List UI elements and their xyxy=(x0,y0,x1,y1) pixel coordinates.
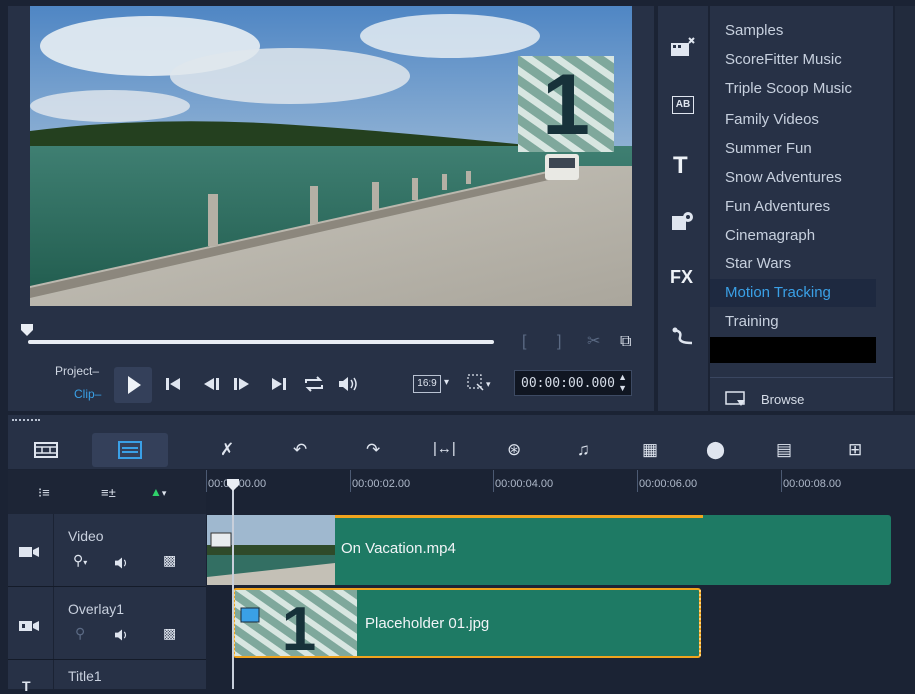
auto-music-icon[interactable]: ♫ xyxy=(577,440,590,460)
new-folder-input[interactable] xyxy=(710,337,876,363)
enable-ripple-icon[interactable]: ▲▾ xyxy=(150,485,166,499)
library-item-triple-scoop-music[interactable]: Triple Scoop Music xyxy=(725,80,852,97)
library-item-summer-fun[interactable]: Summer Fun xyxy=(725,140,812,157)
resize-frame-icon[interactable] xyxy=(467,374,485,392)
motion-tracking-icon[interactable]: ⬤ xyxy=(706,440,725,460)
link-icon[interactable]: ⚲▾ xyxy=(73,552,87,569)
path-motion-icon[interactable] xyxy=(672,327,694,347)
video-track-icon[interactable] xyxy=(18,544,40,560)
snapshot-icon[interactable]: ⧉ xyxy=(620,334,631,350)
track-name-title: Title1 xyxy=(68,668,102,684)
video-clip[interactable]: On Vacation.mp4 xyxy=(207,515,891,585)
media-import-icon[interactable] xyxy=(670,36,696,58)
browse-button[interactable]: Browse xyxy=(761,392,804,407)
preview-screen[interactable]: 1 xyxy=(30,6,632,306)
preview-frame-image: 1 xyxy=(30,6,632,306)
track-volume-icon[interactable] xyxy=(112,628,132,642)
library-divider xyxy=(710,377,893,378)
library-item-motion-tracking[interactable]: Motion Tracking xyxy=(725,284,831,301)
clip-trim-handle-right[interactable] xyxy=(697,590,701,656)
ruler-label: 00:00:06.00 xyxy=(639,478,698,490)
library-scroll-edge[interactable] xyxy=(895,6,915,411)
link-icon[interactable]: ⚲ xyxy=(75,625,85,642)
overlay-track-icon[interactable] xyxy=(18,618,40,634)
scrubber-track[interactable] xyxy=(28,340,494,344)
library-item-scorefitter-music[interactable]: ScoreFitter Music xyxy=(725,51,842,68)
timeline-playhead[interactable] xyxy=(232,486,234,689)
play-icon xyxy=(128,376,141,394)
undo-icon[interactable]: ↶ xyxy=(293,440,307,460)
track-header-column: Video ⚲▾ ▩ Overlay1 ⚲ ▩ T Title1 xyxy=(8,514,206,694)
library-item-star-wars[interactable]: Star Wars xyxy=(725,255,791,272)
go-to-end-icon[interactable] xyxy=(270,376,288,392)
resize-dropdown-icon[interactable]: ▾ xyxy=(486,379,491,390)
record-capture-icon[interactable]: ⊛ xyxy=(507,440,521,460)
split-clip-icon[interactable]: ✂ xyxy=(587,334,600,350)
timeline-ruler-bar: ⁝≡ ≡± ▲▾ 00:00:00.00 00:00:02.00 00:00:0… xyxy=(8,470,915,514)
track-transparency-icon[interactable]: ▩ xyxy=(163,552,176,569)
preview-panel: 1 [ ] ✂ ⧉ Project– Clip– 16:9 ▾ ▾ 00:00:… xyxy=(8,6,654,411)
split-screen-icon[interactable]: ⊞ xyxy=(848,440,862,460)
ruler-label: 00:00:02.00 xyxy=(352,478,411,490)
library-item-training[interactable]: Training xyxy=(725,313,779,330)
aspect-ratio-dropdown-icon[interactable]: ▾ xyxy=(444,377,449,388)
project-mode-label[interactable]: Project– xyxy=(55,364,99,378)
library-item-samples[interactable]: Samples xyxy=(725,22,783,39)
aspect-ratio-button[interactable]: 16:9 xyxy=(413,375,441,393)
browse-icon xyxy=(725,391,745,406)
overlay-clip[interactable]: 1 Placeholder 01.jpg xyxy=(233,588,701,658)
play-button[interactable] xyxy=(114,367,152,403)
track-transparency-icon[interactable]: ▩ xyxy=(163,625,176,642)
overlay-clip-name: Placeholder 01.jpg xyxy=(365,615,490,632)
fit-to-window-icon[interactable]: |↔| xyxy=(433,440,456,457)
library-tool-strip: AB T FX xyxy=(658,6,708,411)
timecode-field[interactable]: 00:00:00.000 ▲ ▼ xyxy=(514,370,632,396)
library-item-fun-adventures[interactable]: Fun Adventures xyxy=(725,198,830,215)
ruler-label: 00:00:04.00 xyxy=(495,478,554,490)
storyboard-view-icon[interactable] xyxy=(34,441,58,459)
redo-icon[interactable]: ↷ xyxy=(366,440,380,460)
library-panel: Samples ScoreFitter Music Triple Scoop M… xyxy=(710,6,893,411)
timeline-view-button[interactable] xyxy=(92,433,168,467)
track-name-video: Video xyxy=(68,528,104,544)
video-clip-thumbnail xyxy=(207,515,335,585)
playhead-marker-icon[interactable] xyxy=(226,478,240,492)
panel-grip[interactable] xyxy=(12,419,40,422)
graphics-icon[interactable] xyxy=(671,210,695,232)
go-to-start-icon[interactable] xyxy=(164,376,182,392)
tools-icon[interactable]: ✗ xyxy=(220,440,234,460)
timecode-value: 00:00:00.000 xyxy=(521,376,615,391)
overlay-clip-thumbnail: 1 xyxy=(235,590,357,656)
next-frame-icon[interactable] xyxy=(233,376,251,392)
library-item-cinemagraph[interactable]: Cinemagraph xyxy=(725,227,815,244)
timecode-stepper-icon[interactable]: ▲ ▼ xyxy=(618,372,627,394)
mark-in-icon[interactable]: [ xyxy=(522,334,526,350)
timeline-view-icon xyxy=(118,441,142,459)
filters-fx-icon[interactable]: FX xyxy=(670,267,693,288)
clip-mode-label[interactable]: Clip– xyxy=(74,387,101,401)
video-clip-name: On Vacation.mp4 xyxy=(341,540,456,557)
overlay-clip-number: 1 xyxy=(282,595,316,656)
multi-camera-icon[interactable]: ▦ xyxy=(642,440,658,460)
ruler-label: 00:00:08.00 xyxy=(783,478,842,490)
library-item-snow-adventures[interactable]: Snow Adventures xyxy=(725,169,842,186)
title-text-icon[interactable]: T xyxy=(673,152,688,180)
library-item-family-videos[interactable]: Family Videos xyxy=(725,111,819,128)
title-track-icon[interactable]: T xyxy=(22,678,31,694)
previous-frame-icon[interactable] xyxy=(202,376,220,392)
track-name-overlay: Overlay1 xyxy=(68,601,125,617)
subtitle-editor-icon[interactable]: ▤ xyxy=(776,440,792,460)
timeline-toolbar: ✗ ↶ ↷ |↔| ⊛ ♫ ▦ ⬤ ▤ ⊞ xyxy=(8,415,915,469)
track-manager-icon[interactable]: ⁝≡ xyxy=(38,485,50,501)
mark-out-icon[interactable]: ] xyxy=(557,334,561,350)
add-remove-chapter-icon[interactable]: ≡± xyxy=(101,485,116,500)
repeat-icon[interactable] xyxy=(303,375,325,393)
track-volume-icon[interactable] xyxy=(112,556,132,570)
timeline-ruler[interactable]: 00:00:00.00 00:00:02.00 00:00:04.00 00:0… xyxy=(206,470,915,514)
scrubber-handle[interactable] xyxy=(20,323,34,337)
transition-icon[interactable]: AB xyxy=(672,96,694,114)
volume-icon[interactable] xyxy=(337,375,359,393)
overlay-number: 1 xyxy=(542,57,590,153)
